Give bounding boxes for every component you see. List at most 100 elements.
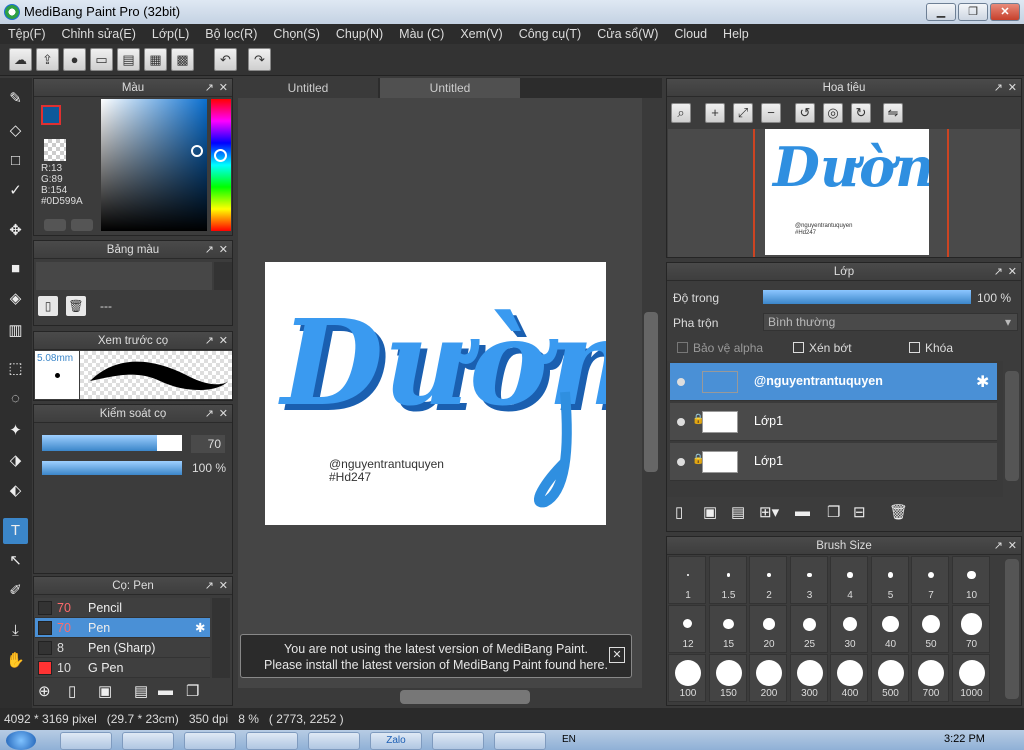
brush-item-selected[interactable]: 70 Pen ✱: [35, 618, 210, 638]
clipping-checkbox[interactable]: [793, 342, 804, 353]
new-brush-icon[interactable]: ▯: [68, 682, 76, 700]
select-eraser-icon[interactable]: ⬖: [3, 478, 28, 504]
taskbar-media-player-icon[interactable]: [60, 732, 112, 750]
fit-window-icon[interactable]: ⤢: [733, 103, 753, 123]
layer-row-selected[interactable]: @nguyentrantuquyen ✱: [670, 363, 997, 401]
taskbar-excel-icon[interactable]: [308, 732, 360, 750]
vertical-scroll-thumb[interactable]: [644, 312, 658, 472]
taskbar-zalo-icon[interactable]: Zalo: [370, 732, 422, 750]
menu-window[interactable]: Cửa sổ(W): [589, 24, 666, 44]
system-clock[interactable]: 3:22 PM: [944, 733, 985, 745]
operation-tool-icon[interactable]: ↖: [3, 548, 28, 574]
protect-alpha-checkbox[interactable]: [677, 342, 688, 353]
close-icon[interactable]: ✕: [219, 332, 228, 350]
maximize-button[interactable]: ❐: [958, 3, 988, 21]
undock-icon[interactable]: ↗: [994, 263, 1003, 281]
zoom-fit-icon[interactable]: ⌕: [671, 103, 691, 123]
import-brush-icon[interactable]: ▣: [98, 682, 112, 700]
menu-color[interactable]: Màu (C): [391, 24, 452, 44]
transparent-swatch[interactable]: [44, 139, 66, 161]
close-icon[interactable]: ✕: [219, 241, 228, 259]
update-notice[interactable]: You are not using the latest version of …: [240, 634, 632, 678]
brush-size-cell[interactable]: 10: [951, 556, 990, 604]
duplicate-brush-icon[interactable]: ❐: [186, 682, 199, 700]
palette-swatches[interactable]: [36, 262, 212, 290]
visibility-eye-icon[interactable]: [677, 418, 685, 426]
undock-icon[interactable]: ↗: [205, 79, 214, 97]
rotate-right-icon[interactable]: ↻: [851, 103, 871, 123]
layer-settings-gear-icon[interactable]: ✱: [976, 372, 989, 392]
brush-size-value[interactable]: 70: [191, 435, 225, 453]
brush-size-slider[interactable]: [42, 435, 182, 451]
brush-size-cell[interactable]: 25: [789, 605, 828, 653]
brush-size-cell[interactable]: 100: [668, 654, 706, 702]
canvas-horizontal-scrollbar[interactable]: [238, 688, 662, 706]
comment-icon[interactable]: ▭: [90, 48, 113, 71]
brush-size-cell[interactable]: 150: [708, 654, 747, 702]
new-8bit-layer-icon[interactable]: ▤: [731, 503, 745, 521]
brush-size-cell[interactable]: 50: [911, 605, 949, 653]
brush-size-cell[interactable]: 3: [789, 556, 828, 604]
brush-size-cell[interactable]: 200: [749, 654, 787, 702]
brush-size-cell[interactable]: 20: [749, 605, 787, 653]
fill-rect-tool-icon[interactable]: ■: [3, 256, 28, 282]
navigator-preview[interactable]: Dường @nguyentrantuquyen#Hd247: [668, 129, 1020, 257]
brush-size-cell[interactable]: 1000: [951, 654, 990, 702]
brush-item[interactable]: 70 Pencil: [35, 598, 210, 618]
close-icon[interactable]: ✕: [1008, 537, 1017, 555]
undo-icon[interactable]: ↶: [214, 48, 237, 71]
undock-icon[interactable]: ↗: [205, 577, 214, 595]
speech-bubble-icon[interactable]: ●: [63, 48, 86, 71]
layer-row[interactable]: 🔒 Lớp1: [670, 403, 997, 441]
brush-tool-icon[interactable]: ✎: [3, 86, 28, 112]
divide-tool-icon[interactable]: ✐: [3, 578, 28, 604]
palette-scrollbar[interactable]: [214, 262, 232, 290]
new-layer-icon[interactable]: ▯: [675, 503, 683, 521]
brush-size-cell[interactable]: 15: [708, 605, 747, 653]
zoom-out-icon[interactable]: −: [761, 103, 781, 123]
brush-size-cell[interactable]: 40: [870, 605, 909, 653]
saturation-value-picker[interactable]: [101, 99, 207, 231]
brush-properties-icon[interactable]: ▤: [134, 682, 148, 700]
hand-tool-icon[interactable]: ✋: [3, 648, 28, 674]
language-indicator[interactable]: EN: [562, 734, 576, 745]
menu-select[interactable]: Chọn(S): [265, 24, 328, 44]
merge-layer-icon[interactable]: ⊟: [853, 503, 866, 521]
reset-rotation-icon[interactable]: ◎: [823, 103, 843, 123]
brush-size-cell[interactable]: 30: [830, 605, 868, 653]
undock-icon[interactable]: ↗: [205, 241, 214, 259]
minimize-button[interactable]: ▁: [926, 3, 956, 21]
close-icon[interactable]: ✕: [219, 577, 228, 595]
taskbar-medibang-icon[interactable]: [432, 732, 484, 750]
hue-slider-handle[interactable]: [214, 149, 227, 162]
tab-untitled-2[interactable]: Untitled: [380, 78, 520, 98]
zoom-in-icon[interactable]: +: [705, 103, 725, 123]
brush-size-cell[interactable]: 700: [911, 654, 949, 702]
layer-row[interactable]: 🔒 Lớp1: [670, 443, 997, 481]
lock-checkbox[interactable]: [909, 342, 920, 353]
menu-layer[interactable]: Lớp(L): [144, 24, 197, 44]
brush-size-cell[interactable]: 5: [870, 556, 909, 604]
foreground-color-swatch[interactable]: [41, 105, 61, 125]
new-palette-icon[interactable]: ▯: [38, 296, 58, 316]
menu-snap[interactable]: Chụp(N): [328, 24, 391, 44]
page-icon[interactable]: ▤: [117, 48, 140, 71]
menu-tools[interactable]: Công cụ(T): [511, 24, 590, 44]
brush-size-cell[interactable]: 70: [951, 605, 990, 653]
eraser-tool-icon[interactable]: ◇: [3, 118, 28, 144]
new-halftone-layer-icon[interactable]: ▣: [703, 503, 717, 521]
menu-help[interactable]: Help: [715, 24, 757, 44]
menu-file[interactable]: Tệp(F): [0, 24, 54, 44]
undock-icon[interactable]: ↗: [994, 537, 1003, 555]
lasso-tool-icon[interactable]: ◌: [3, 386, 28, 412]
eyedropper-tool-icon[interactable]: ⤓: [3, 618, 28, 644]
color-history-button[interactable]: [71, 219, 93, 231]
taskbar-paint-icon[interactable]: [494, 732, 546, 750]
layer-opacity-slider[interactable]: [763, 290, 971, 304]
grid-icon[interactable]: ▩: [171, 48, 194, 71]
layer-list-scrollbar[interactable]: [1005, 371, 1019, 481]
delete-palette-icon[interactable]: 🗑: [66, 296, 86, 316]
rectangle-tool-icon[interactable]: □: [3, 148, 28, 174]
menu-cloud[interactable]: Cloud: [666, 24, 715, 44]
close-icon[interactable]: ✕: [219, 405, 228, 423]
